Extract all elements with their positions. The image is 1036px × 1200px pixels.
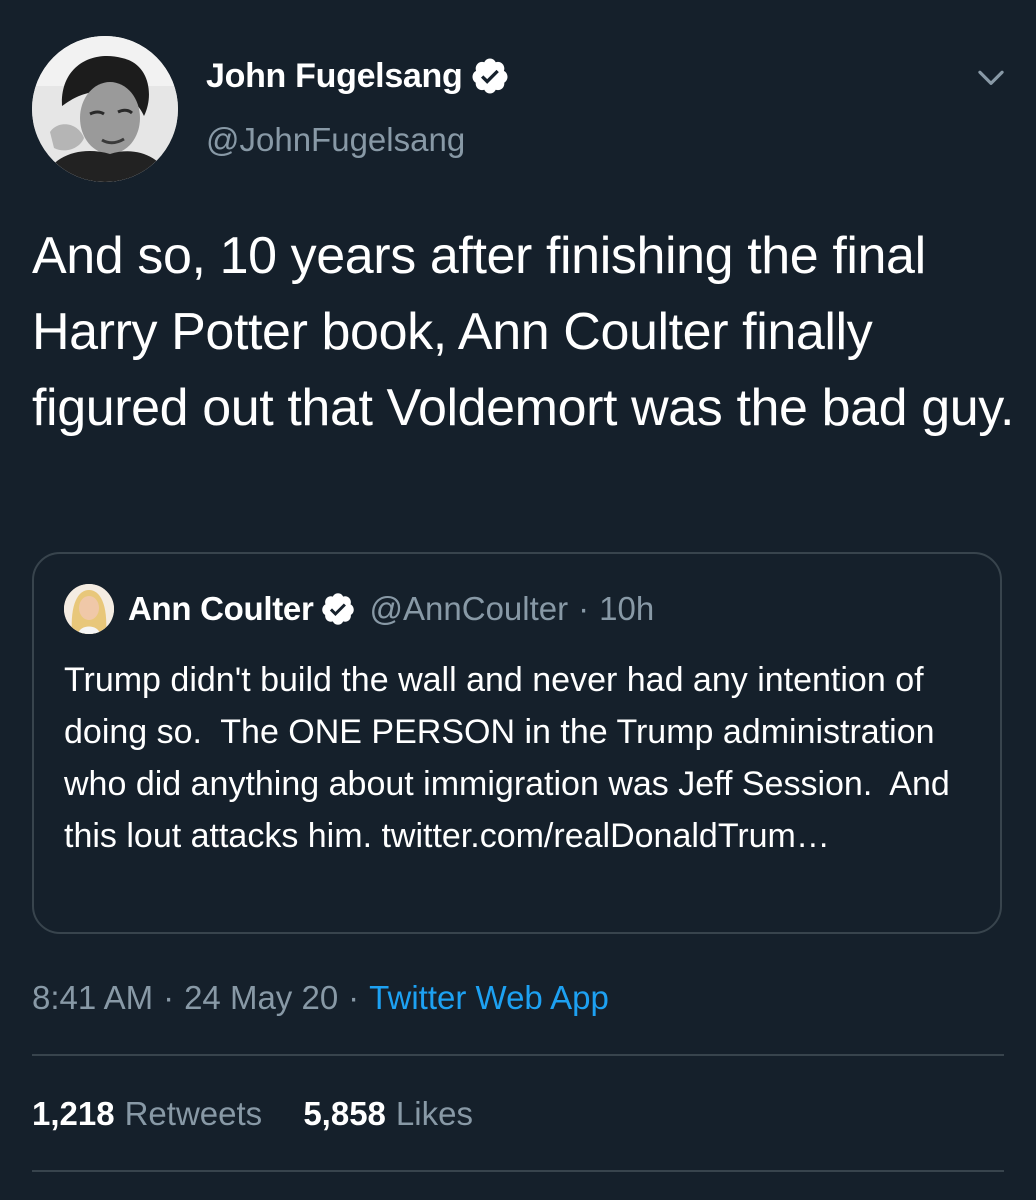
likes-count: 5,858 [303, 1095, 386, 1132]
tweet-source-link[interactable]: Twitter Web App [369, 979, 609, 1016]
author-handle[interactable]: @JohnFugelsang [206, 118, 465, 162]
tweet-detail: John Fugelsang @JohnFugelsang And so, 10… [0, 0, 1036, 1200]
tweet-stats: 1,218 Retweets 5,858 Likes [32, 1090, 473, 1138]
tweet-meta: 8:41 AM · 24 May 20 · Twitter Web App [32, 974, 609, 1022]
author-name-row: John Fugelsang [206, 54, 510, 98]
quoted-tweet-header: Ann Coulter @AnnCoulter · 10h [64, 584, 654, 634]
likes-label: Likes [395, 1095, 473, 1132]
divider [32, 1054, 1004, 1056]
verified-badge-icon [321, 593, 354, 625]
quoted-separator: · [578, 590, 590, 627]
divider [32, 1170, 1004, 1172]
likes-stat[interactable]: 5,858 Likes [303, 1090, 473, 1138]
chevron-down-icon[interactable] [972, 58, 1010, 96]
tweet-date[interactable]: 24 May 20 [184, 979, 338, 1016]
retweets-count: 1,218 [32, 1095, 115, 1132]
quoted-author-display-name: Ann Coulter [128, 590, 314, 627]
quoted-author-handle: @AnnCoulter [369, 590, 569, 627]
tweet-time[interactable]: 8:41 AM [32, 979, 153, 1016]
verified-badge-icon [472, 58, 508, 94]
quoted-author-avatar [64, 584, 114, 634]
quoted-author-avatar-photo [64, 584, 114, 634]
retweets-label: Retweets [124, 1095, 263, 1132]
quoted-timestamp: 10h [599, 590, 655, 627]
author-display-name[interactable]: John Fugelsang [206, 54, 463, 98]
quoted-tweet-card[interactable]: Ann Coulter @AnnCoulter · 10h Trump didn… [32, 552, 1002, 934]
meta-separator: · [163, 979, 175, 1016]
author-avatar[interactable] [32, 36, 178, 182]
author-avatar-photo [32, 36, 178, 182]
tweet-text: And so, 10 years after finishing the fin… [32, 227, 1015, 437]
retweets-stat[interactable]: 1,218 Retweets [32, 1090, 262, 1138]
meta-separator: · [348, 979, 360, 1016]
quoted-tweet-text: Trump didn't build the wall and never ha… [64, 661, 960, 855]
